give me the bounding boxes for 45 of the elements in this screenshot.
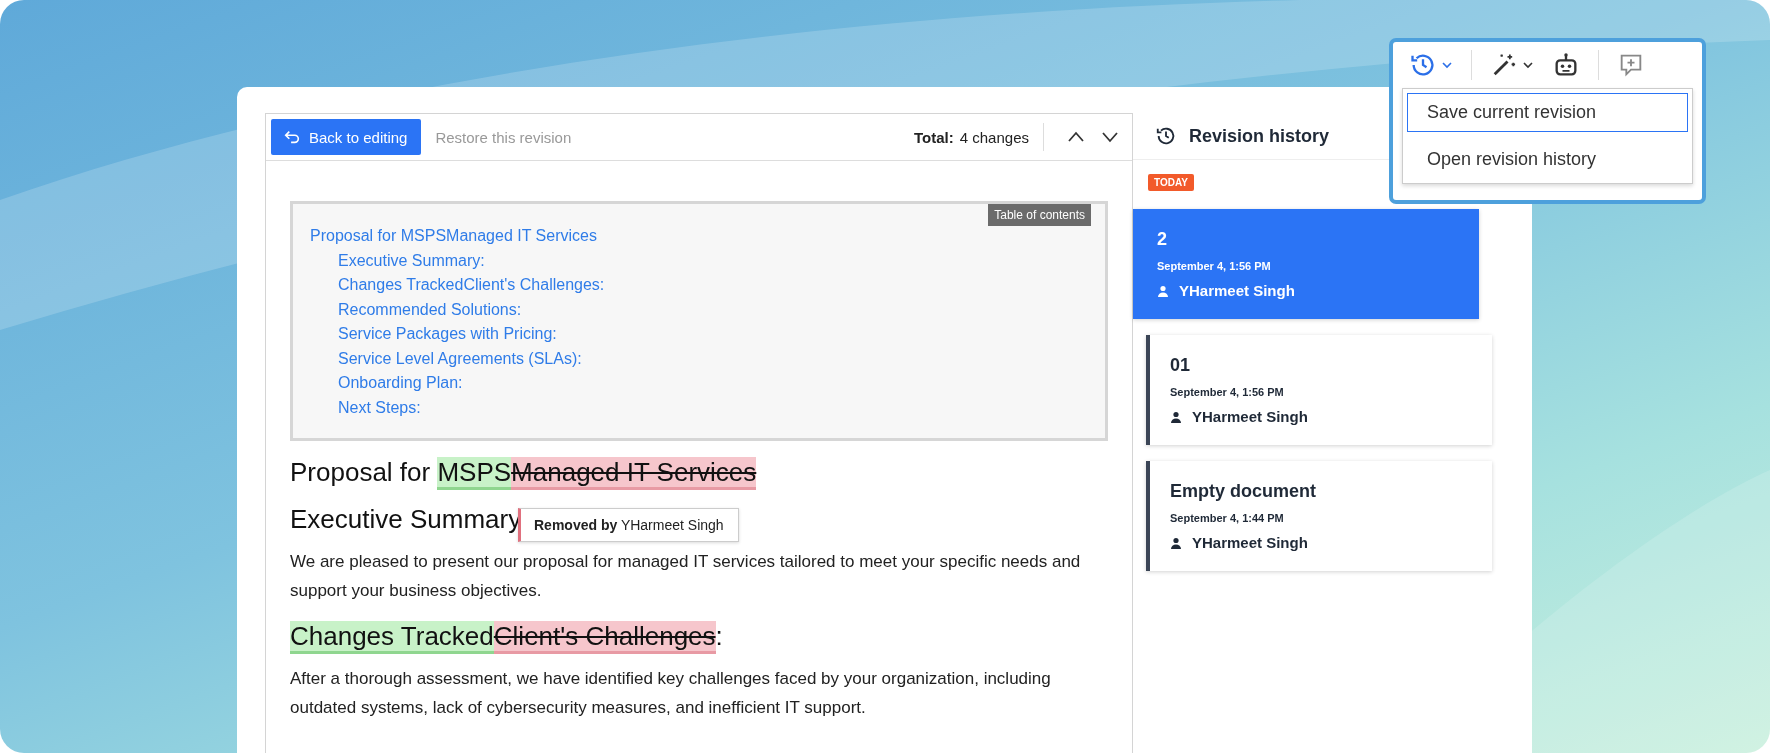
toc-link[interactable]: Onboarding Plan: xyxy=(310,371,1087,396)
heading: Proposal for MSPSManaged IT Services xyxy=(290,457,1108,488)
added-text: MSPS xyxy=(437,457,512,490)
revision-date: September 4, 1:56 PM xyxy=(1157,260,1272,272)
toc-link[interactable]: Proposal for MSPSManaged IT Services xyxy=(310,224,1087,249)
revision-history-title: Revision history xyxy=(1189,125,1330,147)
back-to-editing-button[interactable]: Back to editing xyxy=(271,119,422,155)
restore-revision-link[interactable]: Restore this revision xyxy=(435,128,572,146)
menu-item[interactable]: Open revision history xyxy=(1403,136,1692,183)
revision-author: YHarmeet Singh xyxy=(1192,534,1308,551)
revision-author: YHarmeet Singh xyxy=(1179,282,1295,299)
date-group-badge: TODAY xyxy=(1148,174,1194,191)
revision-date: September 4, 1:44 PM xyxy=(1170,512,1285,524)
toc-link[interactable]: Service Level Agreements (SLAs): xyxy=(310,346,1087,371)
undo-arrow-icon xyxy=(283,128,301,146)
user-icon xyxy=(1170,536,1182,549)
revision-name: 01 xyxy=(1170,355,1192,376)
paragraph: After a thorough assessment, we have identified key challenges faced by your organization, including outdated systems, lack of cybersecurity measures, and inefficient IT support. xyxy=(290,668,1052,719)
heading: Changes TrackedClient's Challenges: xyxy=(290,621,1108,652)
caret-icon xyxy=(1441,59,1453,71)
caret-icon xyxy=(1522,59,1534,71)
revision-author: YHarmeet Singh xyxy=(1192,408,1308,425)
removed-text: Managed IT Services xyxy=(511,457,757,490)
revision-item[interactable]: 2 September 4, 1:56 PM YHarmeet Singh xyxy=(1133,209,1479,319)
user-icon xyxy=(1170,410,1182,423)
revision-item[interactable]: 01 September 4, 1:56 PM YHarmeet Singh xyxy=(1146,335,1492,445)
toc-link[interactable]: Next Steps: xyxy=(310,395,1087,420)
removed-text: Client's Challenges xyxy=(493,621,716,654)
paragraph: We are pleased to present our proposal for managed IT services tailored to meet your specific needs and support your business objectives. xyxy=(290,551,1082,602)
revision-date: September 4, 1:56 PM xyxy=(1170,386,1285,398)
revision-item[interactable]: Empty document September 4, 1:44 PM YHarmeet Singh xyxy=(1146,461,1492,571)
revision-name: Empty document xyxy=(1170,481,1317,502)
toc-link[interactable]: Executive Summary: xyxy=(310,248,1087,273)
table-of-contents-badge: Table of contents xyxy=(988,204,1091,226)
history-icon xyxy=(1155,125,1177,147)
user-icon xyxy=(1157,284,1169,297)
tooltip: Removed by YHarmeet Singh xyxy=(518,508,739,542)
revision-name: 2 xyxy=(1157,229,1168,250)
toc-link[interactable]: Recommended Solutions: xyxy=(310,297,1087,322)
added-text: Changes Tracked xyxy=(290,621,494,654)
toc-link[interactable]: Service Packages with Pricing: xyxy=(310,322,1087,347)
menu-item[interactable]: Save current revision xyxy=(1406,92,1689,133)
total-label: Total: xyxy=(914,128,954,146)
toc-link[interactable]: Changes TrackedClient's Challenges: xyxy=(310,273,1087,298)
total-changes: 4 changes xyxy=(959,128,1029,146)
